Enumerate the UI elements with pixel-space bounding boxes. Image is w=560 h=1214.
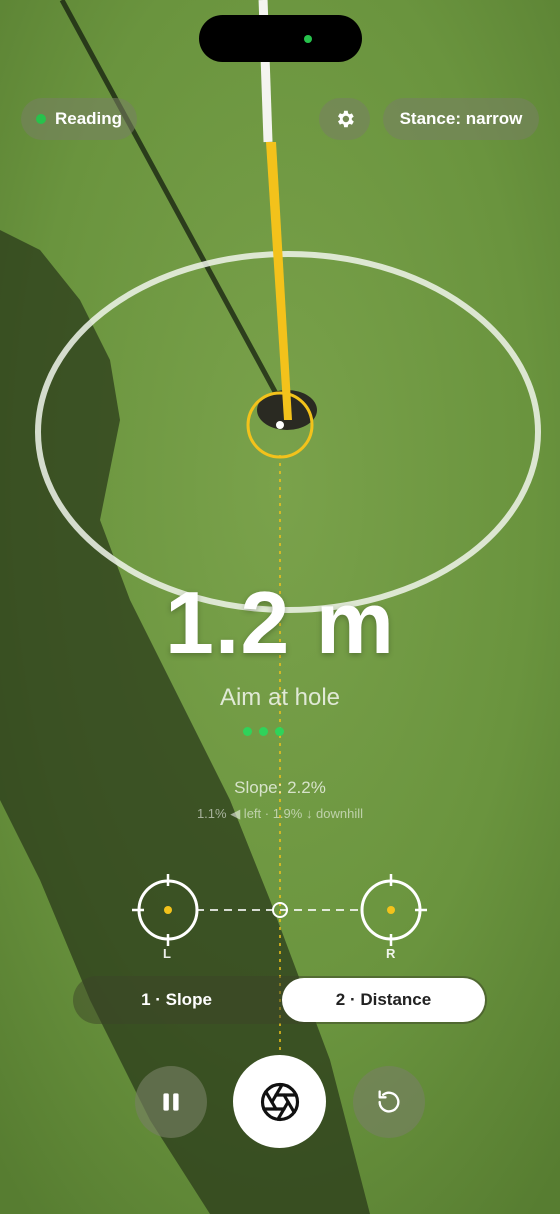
status-dot <box>35 114 46 124</box>
slope-detail: 1.1% ◀ left · 1.9% ↓ downhill <box>196 806 364 821</box>
slope-readout: Slope: 2.2% <box>234 778 326 797</box>
dynamic-island <box>199 15 362 62</box>
progress-dot <box>275 727 284 736</box>
mode-switch: 1 · Slope 2 · Distance <box>73 976 487 1024</box>
pause-icon <box>163 1093 179 1111</box>
ball-marker <box>276 421 284 429</box>
progress-dot <box>243 727 252 736</box>
stance-label: Stance: narrow <box>399 109 523 128</box>
pause-button[interactable] <box>135 1066 207 1138</box>
status-label: Reading <box>54 109 123 128</box>
rotate-ccw-icon <box>378 1090 400 1113</box>
instruction-text: Aim at hole <box>219 684 341 711</box>
capture-button[interactable] <box>233 1055 326 1148</box>
reset-button[interactable] <box>353 1066 425 1138</box>
mode-slope-tab[interactable]: 1 · Slope <box>73 976 280 1024</box>
progress-dots <box>243 727 284 736</box>
status-pill: Reading <box>21 98 137 140</box>
gear-icon <box>337 110 354 128</box>
right-marker-label: R <box>386 946 396 961</box>
settings-button[interactable] <box>319 98 370 140</box>
mode-distance-tab[interactable]: 2 · Distance <box>282 978 485 1022</box>
distance-readout: 1.2 m <box>164 573 396 672</box>
stance-selector[interactable]: Stance: narrow <box>383 98 539 140</box>
camera-indicator-dot <box>304 35 312 43</box>
progress-dot <box>259 727 268 736</box>
aperture-icon <box>260 1082 299 1121</box>
left-marker-label: L <box>163 946 171 961</box>
